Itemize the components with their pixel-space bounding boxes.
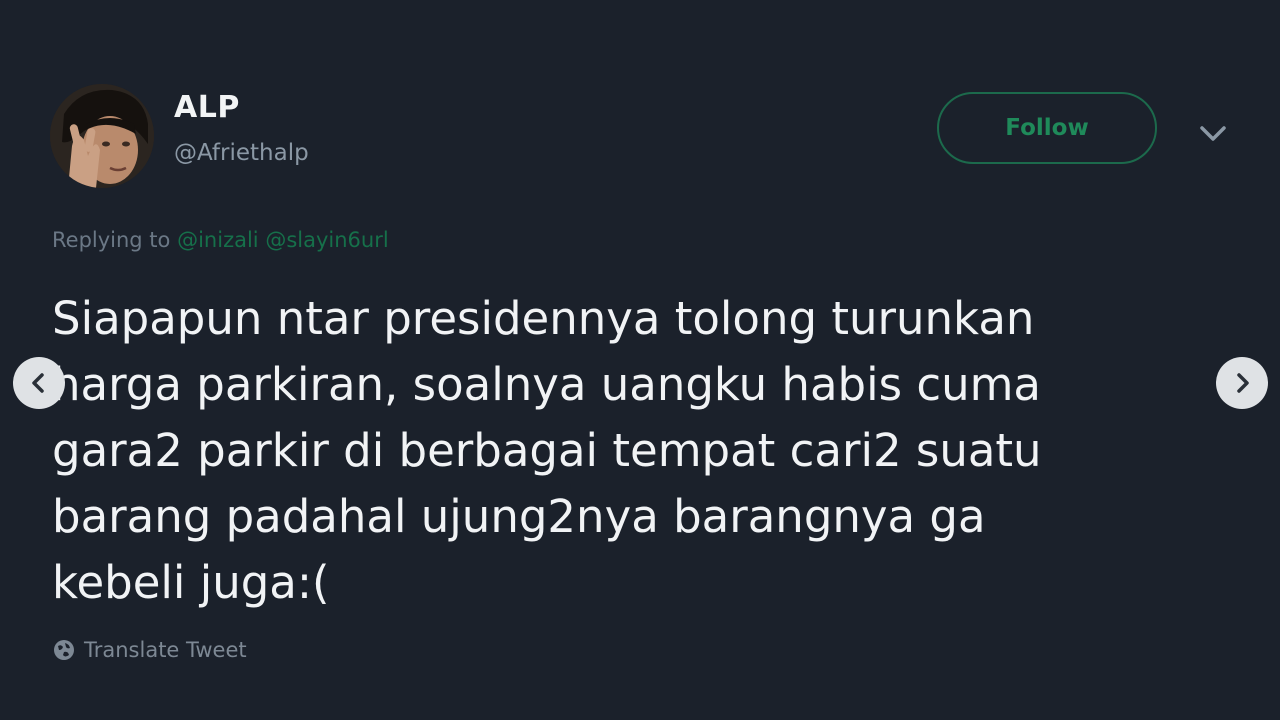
- reply-mention-slayin6url[interactable]: @slayin6url: [265, 228, 388, 252]
- translate-tweet-link[interactable]: Translate Tweet: [52, 638, 247, 662]
- display-name[interactable]: ALP: [174, 90, 240, 125]
- user-handle[interactable]: @Afriethalp: [174, 140, 309, 166]
- chevron-down-icon[interactable]: [1196, 118, 1230, 148]
- reply-prefix: Replying to: [52, 228, 171, 252]
- avatar-photo: [50, 84, 154, 188]
- avatar[interactable]: [50, 84, 154, 188]
- follow-button-label: Follow: [1005, 115, 1089, 141]
- prev-slide-button[interactable]: [13, 357, 65, 409]
- tweet-screenshot: ALP @Afriethalp Follow Replying to @iniz…: [0, 0, 1280, 720]
- chevron-right-icon: [1237, 373, 1249, 393]
- follow-button[interactable]: Follow: [937, 92, 1157, 164]
- globe-icon: [54, 640, 74, 660]
- reply-mention-inizali[interactable]: @inizali: [177, 228, 259, 252]
- tweet-text: Siapapun ntar presidennya tolong turunka…: [52, 292, 1042, 609]
- translate-label: Translate Tweet: [84, 638, 247, 662]
- chevron-left-icon: [32, 373, 44, 393]
- next-slide-button[interactable]: [1216, 357, 1268, 409]
- reply-context: Replying to @inizali @slayin6url: [52, 228, 389, 252]
